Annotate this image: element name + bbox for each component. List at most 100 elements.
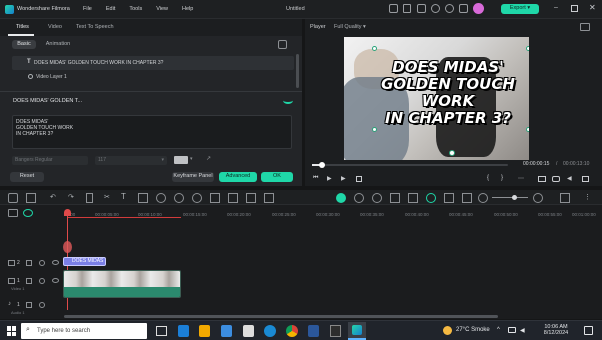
advanced-button[interactable]: Advanced xyxy=(219,172,257,182)
delete-icon[interactable] xyxy=(86,193,93,203)
video-preview[interactable]: DOES MIDAS' GOLDEN TOUCH WORK IN CHAPTER… xyxy=(344,37,529,160)
menu-help[interactable]: Help xyxy=(182,6,193,12)
camera-icon[interactable] xyxy=(552,176,560,182)
playback-track[interactable] xyxy=(312,162,508,168)
eye-icon[interactable] xyxy=(52,278,59,283)
edge-icon[interactable] xyxy=(264,325,276,337)
mute-icon[interactable] xyxy=(39,302,45,308)
layout-icon[interactable] xyxy=(8,193,18,203)
display-icon[interactable] xyxy=(538,176,546,182)
play-icon[interactable]: ▶ xyxy=(341,175,346,182)
mark-out-icon[interactable]: } xyxy=(501,175,503,181)
weather-text[interactable]: 27°C Smoke xyxy=(456,327,490,333)
grid-icon[interactable] xyxy=(560,193,570,203)
app-icon-1[interactable] xyxy=(178,325,189,337)
reset-button[interactable]: Reset xyxy=(10,172,44,182)
handle-top-left[interactable] xyxy=(372,46,377,51)
more-options-icon[interactable]: ⋯ xyxy=(518,175,524,182)
gift-icon[interactable] xyxy=(417,4,426,13)
stabilize-icon[interactable] xyxy=(246,193,256,203)
quality-select[interactable]: Full Quality ▾ xyxy=(334,24,366,30)
lightbulb-icon[interactable] xyxy=(431,4,440,13)
crop-icon[interactable] xyxy=(138,193,148,203)
keyframe-panel-button[interactable]: Keyframe Panel xyxy=(172,172,214,182)
voice-icon[interactable] xyxy=(408,193,418,203)
lock-icon[interactable] xyxy=(26,302,32,308)
color-dropdown-icon[interactable]: ▾ xyxy=(190,156,193,162)
prev-frame-icon[interactable]: ⏮ xyxy=(313,175,318,182)
render-icon[interactable] xyxy=(336,193,346,203)
zoom-knob[interactable] xyxy=(512,195,517,200)
export-button[interactable]: Export ▾ xyxy=(501,4,539,14)
download-icon[interactable] xyxy=(459,4,468,13)
text-tool-icon[interactable]: T xyxy=(121,192,131,202)
subtab-animation[interactable]: Animation xyxy=(41,40,75,49)
split-icon[interactable]: ✂ xyxy=(104,193,114,203)
handle-bottom-left[interactable] xyxy=(372,127,377,132)
close-button[interactable]: ✕ xyxy=(589,3,596,12)
ai-icon[interactable] xyxy=(283,97,293,104)
save-preset-icon[interactable] xyxy=(278,40,287,49)
ai-cutout-icon[interactable] xyxy=(426,193,436,203)
playhead-marker[interactable] xyxy=(63,241,72,253)
marker-icon[interactable] xyxy=(462,193,472,203)
transform-icon[interactable] xyxy=(228,193,238,203)
volume-icon[interactable]: ◀ xyxy=(567,175,572,182)
tab-titles[interactable]: Titles xyxy=(16,24,29,30)
menu-edit[interactable]: Edit xyxy=(106,6,115,12)
monitor-icon[interactable] xyxy=(389,4,398,13)
tab-video[interactable]: Video xyxy=(48,24,62,30)
snapshot-timeline-icon[interactable] xyxy=(444,193,454,203)
avatar[interactable] xyxy=(473,3,484,14)
handle-bottom-right[interactable] xyxy=(526,127,529,132)
volume-tray-icon[interactable]: ◀ xyxy=(520,327,525,334)
undo-icon[interactable]: ↶ xyxy=(50,193,60,203)
timeline-scrollbar[interactable] xyxy=(64,315,498,318)
lock-icon[interactable] xyxy=(26,278,32,284)
windows-start-icon[interactable] xyxy=(7,326,17,336)
taskbar-search[interactable]: ⌕ Type here to search xyxy=(21,323,147,339)
title-clip[interactable]: DOES MIDAS xyxy=(63,257,106,266)
store-icon[interactable] xyxy=(243,325,254,337)
font-select[interactable]: Bangers Regular xyxy=(12,156,88,165)
color-icon[interactable] xyxy=(156,193,166,203)
zoom-out-icon[interactable] xyxy=(478,193,488,203)
eye-icon[interactable] xyxy=(52,260,59,265)
file-explorer-icon[interactable] xyxy=(199,325,210,337)
link-icon[interactable] xyxy=(23,209,33,217)
chrome-icon[interactable] xyxy=(286,325,298,337)
taskbar-clock[interactable]: 10:06 AM 8/12/2024 xyxy=(536,324,576,336)
zoom-slider[interactable] xyxy=(492,197,528,198)
ok-button[interactable]: OK xyxy=(261,172,293,182)
maximize-button[interactable] xyxy=(571,5,578,12)
tray-chevron-icon[interactable]: ^ xyxy=(497,327,500,333)
record-icon[interactable] xyxy=(354,193,364,203)
select-icon[interactable] xyxy=(26,193,36,203)
title-overlay[interactable]: DOES MIDAS' GOLDEN TOUCH WORK IN CHAPTER… xyxy=(368,59,528,127)
subtab-basic[interactable]: Basic xyxy=(12,40,36,49)
mark-in-icon[interactable]: { xyxy=(487,175,489,181)
mute-icon[interactable] xyxy=(39,260,45,266)
more-icon[interactable]: ⋮ xyxy=(584,193,594,203)
terminal-icon[interactable] xyxy=(330,325,341,337)
shield-icon[interactable] xyxy=(372,193,382,203)
menu-view[interactable]: View xyxy=(156,6,168,12)
fullscreen-icon[interactable] xyxy=(582,176,589,182)
stop-icon[interactable] xyxy=(356,176,362,182)
video-clip[interactable] xyxy=(63,270,181,298)
layer-item-title[interactable]: T DOES MIDAS' GOLDEN TOUCH WORK IN CHAPT… xyxy=(12,56,294,70)
tab-text-to-speech[interactable]: Text To Speech xyxy=(76,24,114,30)
menu-tools[interactable]: Tools xyxy=(129,6,142,12)
playhead-knob[interactable] xyxy=(318,162,325,168)
work-area-bar[interactable] xyxy=(68,217,181,218)
menu-file[interactable]: File xyxy=(83,6,92,12)
snapshot-icon[interactable] xyxy=(580,23,590,31)
filmora-taskbar-button[interactable] xyxy=(348,322,366,340)
audio-edit-icon[interactable] xyxy=(264,193,274,203)
size-select[interactable]: 117 ▾ xyxy=(95,156,167,165)
rotate-handle[interactable] xyxy=(449,150,455,156)
layers-scrollbar[interactable] xyxy=(296,54,299,88)
mail-icon[interactable] xyxy=(221,325,232,337)
handle-top-right[interactable] xyxy=(526,46,529,51)
mute-icon[interactable] xyxy=(39,278,45,284)
